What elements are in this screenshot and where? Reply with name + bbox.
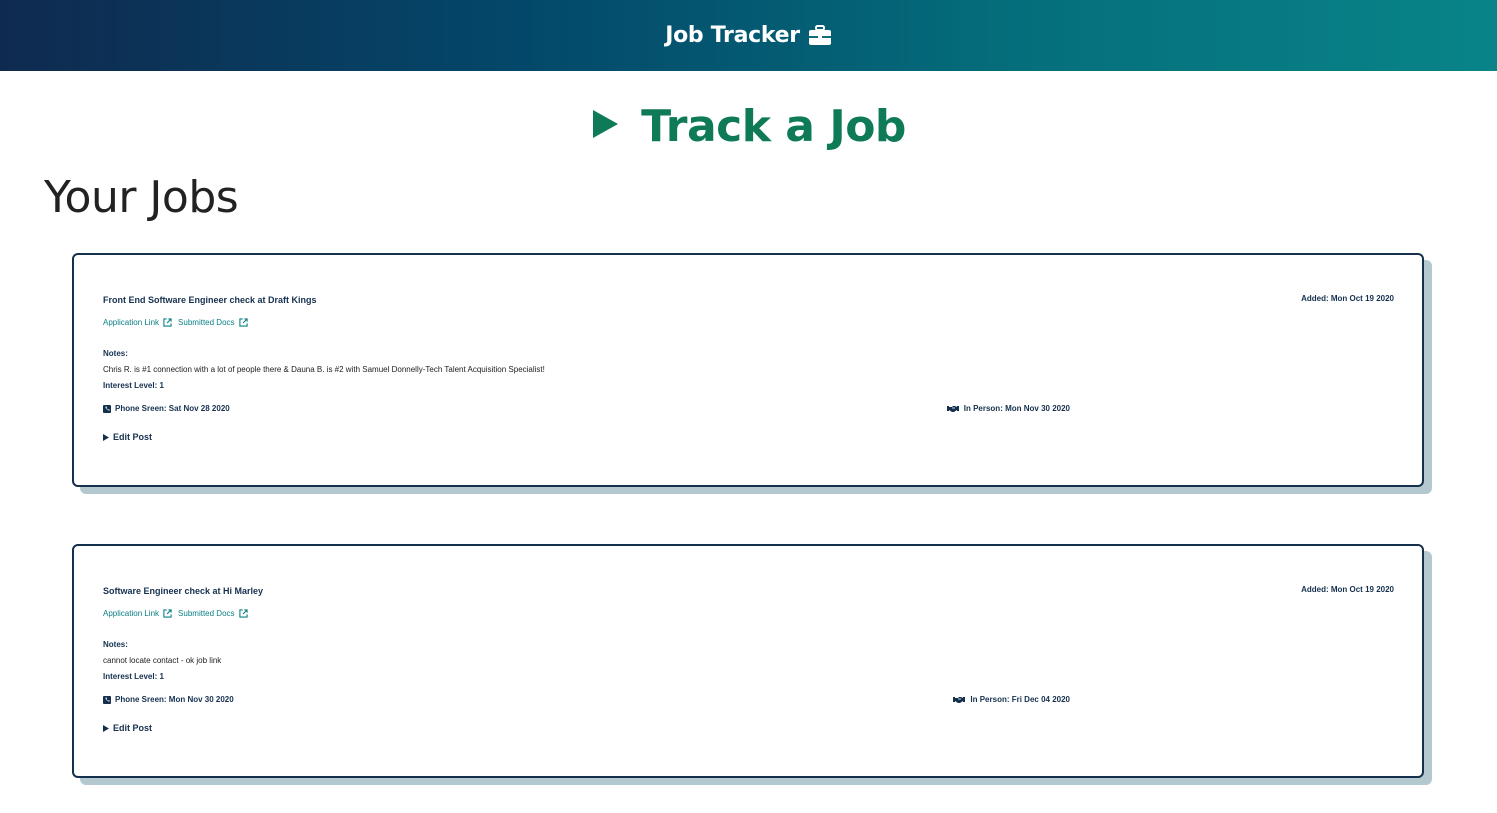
in-person-date: In Person: Fri Dec 04 2020: [953, 695, 1070, 704]
submitted-docs-link[interactable]: Submitted Docs: [178, 609, 248, 618]
job-notes: cannot locate contact - ok job link: [103, 656, 222, 665]
track-a-job-toggle[interactable]: Track a Job: [0, 96, 1497, 156]
triangle-right-icon: [103, 724, 109, 732]
submitted-docs-label: Submitted Docs: [178, 318, 235, 327]
top-nav-bar: Job Tracker: [0, 0, 1497, 71]
briefcase-icon: [808, 25, 832, 46]
in-person-date: In Person: Mon Nov 30 2020: [946, 404, 1070, 413]
job-links: Application Link Submitted Docs: [103, 318, 248, 327]
handshake-icon: [946, 405, 959, 412]
in-person-label: In Person: Mon Nov 30 2020: [963, 404, 1070, 413]
triangle-right-icon: [591, 109, 619, 144]
edit-post-toggle[interactable]: Edit Post: [103, 723, 152, 733]
phone-screen-label: Phone Sreen: Sat Nov 28 2020: [115, 404, 230, 413]
phone-screen-date: Phone Sreen: Mon Nov 30 2020: [103, 695, 234, 704]
application-link[interactable]: Application Link: [103, 609, 172, 618]
job-card: Software Engineer check at Hi Marley Add…: [72, 544, 1424, 778]
notes-label: Notes:: [103, 640, 128, 649]
edit-post-label: Edit Post: [113, 723, 153, 733]
in-person-label: In Person: Fri Dec 04 2020: [970, 695, 1070, 704]
phone-screen-date: Phone Sreen: Sat Nov 28 2020: [103, 404, 230, 413]
job-title: Front End Software Engineer check at Dra…: [103, 295, 317, 305]
phone-square-icon: [103, 404, 111, 413]
job-card: Front End Software Engineer check at Dra…: [72, 253, 1424, 487]
phone-square-icon: [103, 695, 111, 704]
your-jobs-heading: Your Jobs: [44, 172, 239, 223]
external-link-icon: [238, 318, 248, 327]
brand-title: Job Tracker: [665, 23, 800, 48]
application-link-label: Application Link: [103, 318, 160, 327]
edit-post-label: Edit Post: [113, 432, 153, 442]
application-link[interactable]: Application Link: [103, 318, 172, 327]
job-added-date: Added: Mon Oct 19 2020: [1301, 585, 1394, 594]
notes-label: Notes:: [103, 349, 128, 358]
submitted-docs-link[interactable]: Submitted Docs: [178, 318, 248, 327]
phone-screen-label: Phone Sreen: Mon Nov 30 2020: [115, 695, 234, 704]
external-link-icon: [238, 609, 248, 618]
interest-level: Interest Level: 1: [103, 672, 164, 681]
handshake-icon: [953, 696, 966, 703]
edit-post-toggle[interactable]: Edit Post: [103, 432, 152, 442]
triangle-right-icon: [103, 433, 109, 441]
submitted-docs-label: Submitted Docs: [178, 609, 235, 618]
external-link-icon: [163, 609, 172, 618]
interest-level: Interest Level: 1: [103, 381, 164, 390]
job-title: Software Engineer check at Hi Marley: [103, 586, 264, 596]
track-a-job-title: Track a Job: [641, 100, 906, 152]
external-link-icon: [163, 318, 172, 327]
job-added-date: Added: Mon Oct 19 2020: [1301, 294, 1394, 303]
job-links: Application Link Submitted Docs: [103, 609, 248, 618]
brand[interactable]: Job Tracker: [665, 23, 832, 48]
application-link-label: Application Link: [103, 609, 160, 618]
job-notes: Chris R. is #1 connection with a lot of …: [103, 365, 545, 374]
